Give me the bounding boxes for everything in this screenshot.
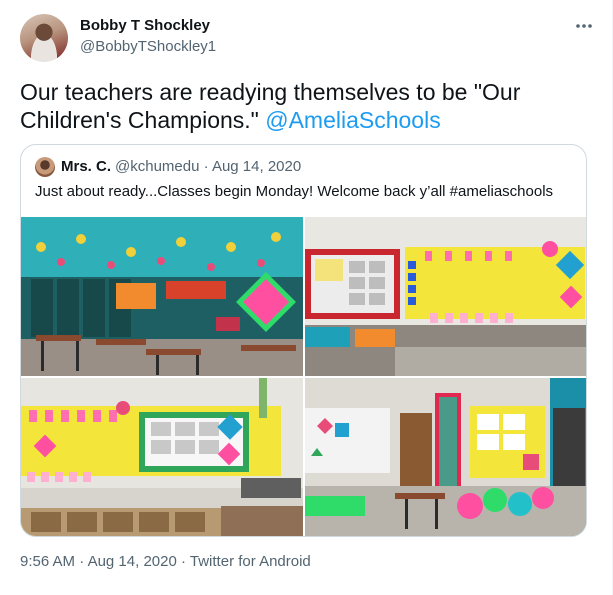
quoted-author-handle-and-date: @kchumedu · Aug 14, 2020 (115, 158, 301, 175)
more-horizontal-icon (576, 24, 592, 28)
media-grid (21, 217, 586, 536)
quoted-author-avatar (35, 157, 55, 177)
more-options-button[interactable] (573, 16, 595, 36)
quoted-separator: · (203, 158, 209, 175)
mention-link[interactable]: @AmeliaSchools (265, 107, 440, 133)
tweet-header: Bobby T Shockley @BobbyTShockley1 (20, 14, 595, 62)
author-handle[interactable]: @BobbyTShockley1 (80, 38, 216, 55)
tweet-date[interactable]: Aug 14, 2020 (88, 553, 177, 570)
bulletin-board-word-wall-photo[interactable] (305, 217, 586, 376)
tweet-source[interactable]: Twitter for Android (190, 553, 311, 570)
meta-separator-2: · (180, 553, 186, 570)
classroom-corner-photo[interactable] (305, 378, 586, 536)
quoted-tweet-header: Mrs. C. @kchumedu · Aug 14, 2020 (35, 157, 575, 177)
author-display-name[interactable]: Bobby T Shockley (80, 17, 210, 34)
quoted-tweet[interactable]: Mrs. C. @kchumedu · Aug 14, 2020 Just ab… (20, 144, 587, 537)
quoted-author-name: Mrs. C. (61, 158, 112, 175)
classroom-lockers-photo[interactable] (21, 217, 303, 376)
tweet-card: Bobby T Shockley @BobbyTShockley1 Our te… (0, 0, 613, 595)
yellow-bulletin-board-photo[interactable] (21, 378, 303, 536)
tweet-metadata: 9:56 AM · Aug 14, 2020 · Twitter for And… (20, 553, 311, 570)
quoted-handle: @kchumedu (115, 158, 200, 175)
meta-separator: · (79, 553, 85, 570)
quoted-date: Aug 14, 2020 (211, 158, 302, 175)
tweet-time[interactable]: 9:56 AM (20, 553, 75, 570)
author-avatar[interactable] (20, 14, 68, 62)
quoted-tweet-text: Just about ready...Classes begin Monday!… (35, 183, 554, 200)
tweet-text: Our teachers are readying themselves to … (20, 78, 590, 134)
